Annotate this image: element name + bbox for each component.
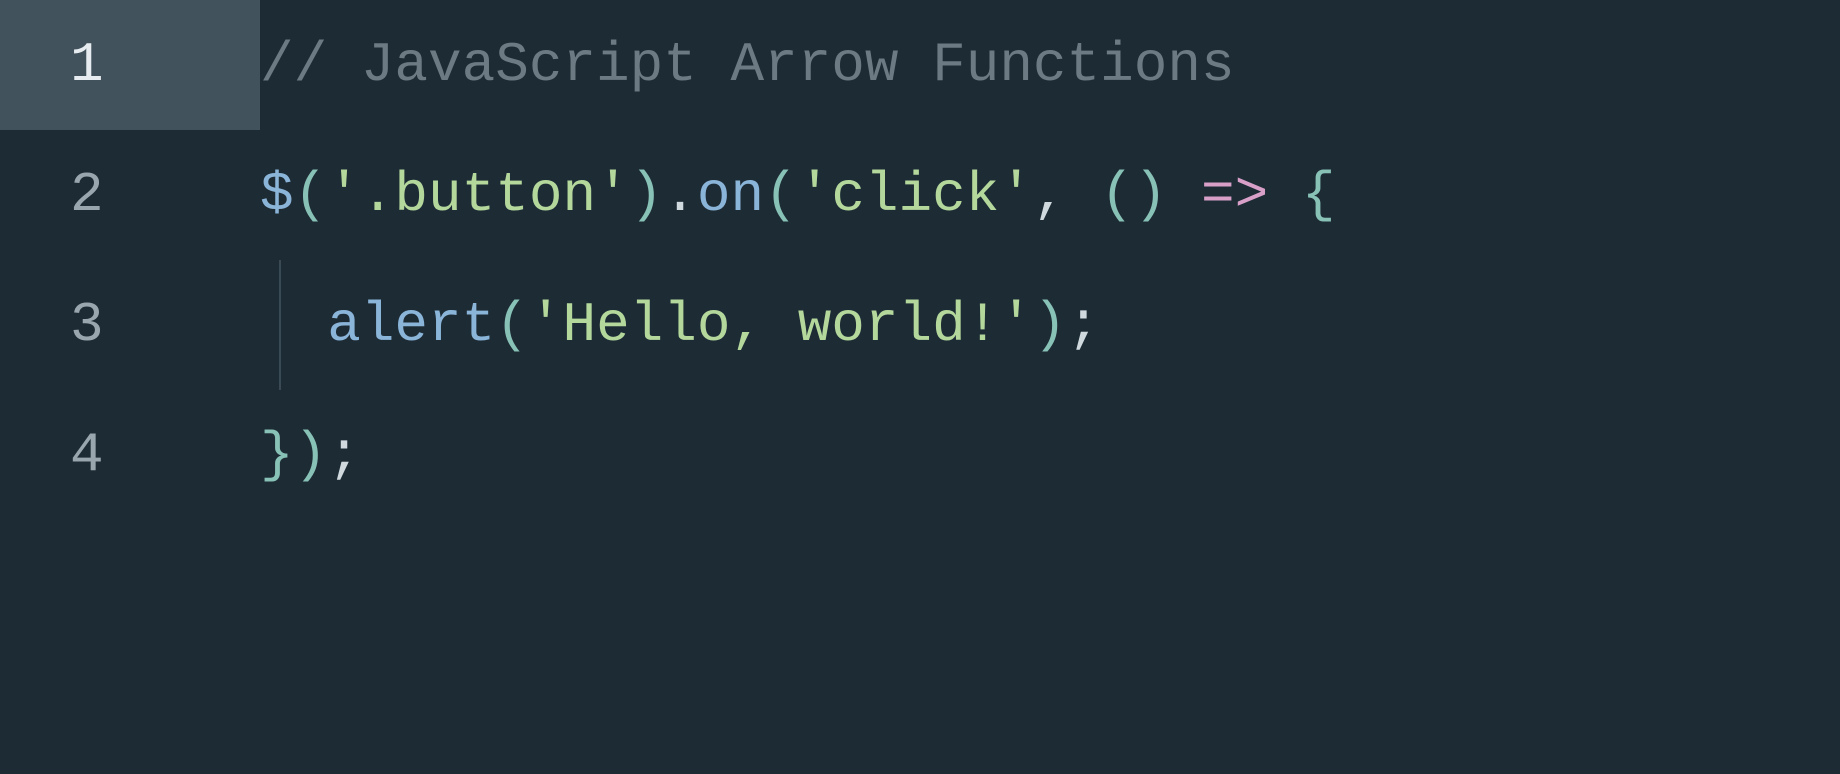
punctuation-token: . — [663, 163, 697, 227]
line-number-gutter[interactable]: 1 — [0, 0, 260, 130]
paren-token: ) — [1033, 293, 1067, 357]
method-token: on — [697, 163, 764, 227]
code-editor[interactable]: 1 // JavaScript Arrow Functions 2 $('.bu… — [0, 0, 1840, 774]
punctuation-token: ; — [327, 423, 361, 487]
paren-token: ( — [764, 163, 798, 227]
string-token: 'Hello, world!' — [529, 293, 1033, 357]
code-line[interactable]: 2 $('.button').on('click', () => { — [0, 130, 1840, 260]
line-number: 1 — [70, 33, 104, 97]
arrow-token: => — [1201, 163, 1268, 227]
paren-token: ( — [294, 163, 328, 227]
paren-token: ( — [495, 293, 529, 357]
identifier-token: $ — [260, 163, 294, 227]
code-content[interactable]: }); — [260, 390, 1840, 520]
string-token: '.button' — [327, 163, 629, 227]
whitespace-token — [1268, 163, 1302, 227]
whitespace-token — [260, 293, 327, 357]
paren-token: ) — [294, 423, 328, 487]
code-content[interactable]: $('.button').on('click', () => { — [260, 130, 1840, 260]
whitespace-token — [1167, 163, 1201, 227]
code-line[interactable]: 4 }); — [0, 390, 1840, 520]
code-content[interactable]: // JavaScript Arrow Functions — [260, 0, 1840, 130]
brace-token: { — [1302, 163, 1336, 227]
paren-token: ) — [1134, 163, 1168, 227]
identifier-token: alert — [327, 293, 495, 357]
code-line[interactable]: 3 alert('Hello, world!'); — [0, 260, 1840, 390]
line-number: 2 — [70, 163, 104, 227]
punctuation-token: , — [1033, 163, 1100, 227]
punctuation-token: ; — [1067, 293, 1101, 357]
code-content[interactable]: alert('Hello, world!'); — [260, 260, 1840, 390]
line-number: 3 — [70, 293, 104, 357]
line-number: 4 — [70, 423, 104, 487]
paren-token: ) — [630, 163, 664, 227]
line-number-gutter[interactable]: 3 — [0, 260, 260, 390]
indent-guide — [279, 260, 281, 390]
brace-token: } — [260, 423, 294, 487]
string-token: 'click' — [798, 163, 1033, 227]
line-number-gutter[interactable]: 4 — [0, 390, 260, 520]
line-number-gutter[interactable]: 2 — [0, 130, 260, 260]
comment-token: // JavaScript Arrow Functions — [260, 33, 1235, 97]
code-line[interactable]: 1 // JavaScript Arrow Functions — [0, 0, 1840, 130]
paren-token: ( — [1100, 163, 1134, 227]
